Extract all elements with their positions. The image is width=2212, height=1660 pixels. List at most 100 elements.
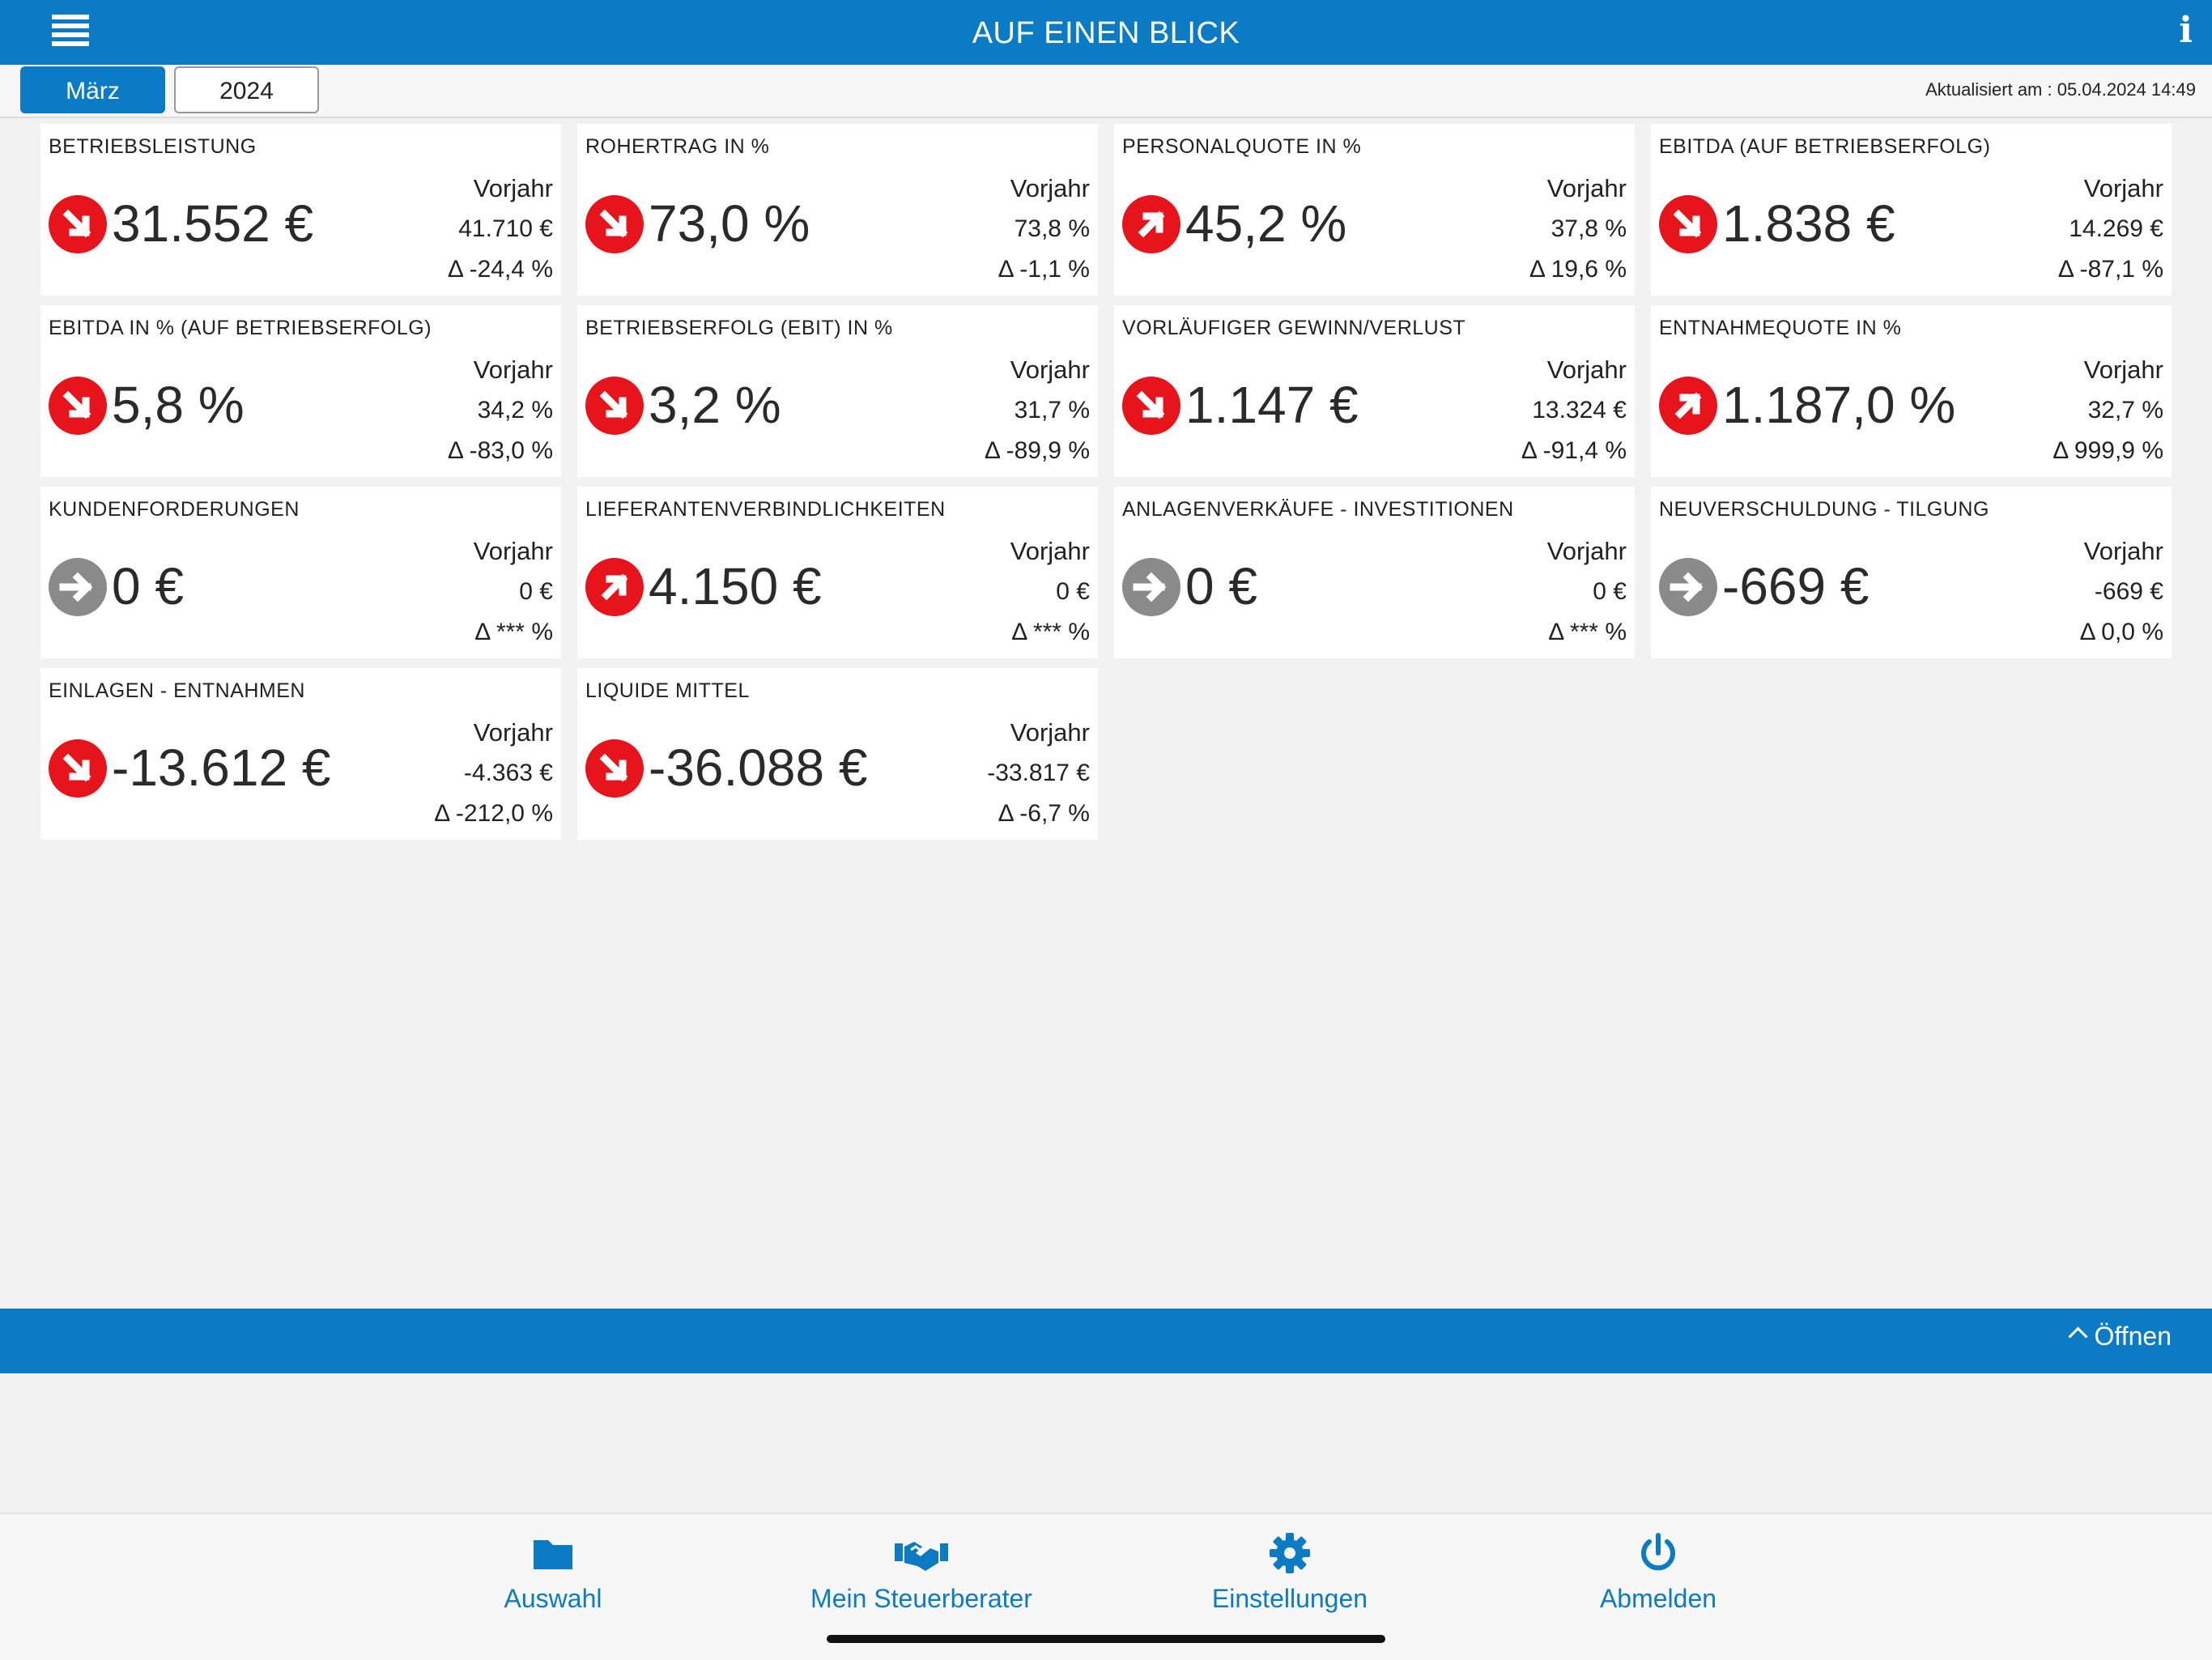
arrow-right-icon <box>1122 558 1180 616</box>
page-title: AUF EINEN BLICK <box>972 16 1240 50</box>
prev-year-value: 32,7 % <box>2087 397 2163 424</box>
kpi-label: BETRIEBSERFOLG (EBIT) IN % <box>585 317 893 339</box>
kpi-card[interactable]: ANLAGENVERKÄUFE - INVESTITIONEN 0 € Vorjah… <box>1114 487 1635 658</box>
kpi-card[interactable]: BETRIEBSLEISTUNG 31.552 € Vorjahr 41.710 € Δ… <box>40 124 561 296</box>
kpi-card[interactable]: EBITDA (AUF BETRIEBSERFOLG) 1.838 € Vorjah… <box>1651 124 2172 296</box>
last-updated: Aktualisiert am : 05.04.2024 14:49 <box>1925 79 2196 100</box>
delta-value: Δ 999,9 % <box>2052 437 2163 464</box>
tab-abmelden[interactable]: Abmelden <box>1512 1530 1804 1614</box>
tab-mein-steuerberater-label: Mein Steuerberater <box>810 1584 1032 1613</box>
prev-year-value: -4.363 € <box>463 760 553 786</box>
kpi-card[interactable]: ROHERTRAG IN % 73,0 % Vorjahr 73,8 % Δ -1,1 … <box>577 124 1098 296</box>
tab-mein-steuerberater[interactable]: Mein Steuerberater <box>776 1530 1067 1614</box>
kpi-label: BETRIEBSLEISTUNG <box>49 135 257 158</box>
info-icon[interactable]: i <box>2179 10 2193 51</box>
prev-year-label: Vorjahr <box>1010 718 1090 747</box>
tab-einstellungen-label: Einstellungen <box>1211 1584 1368 1613</box>
arrow-down-right-icon <box>1659 195 1717 253</box>
arrow-up-right-icon <box>1122 195 1180 253</box>
prev-year-value: 0 € <box>1056 578 1090 605</box>
prev-year-label: Vorjahr <box>2083 174 2163 202</box>
prev-year-value: -33.817 € <box>987 760 1090 786</box>
kpi-label: EINLAGEN - ENTNAHMEN <box>49 679 305 702</box>
prev-year-label: Vorjahr <box>1546 537 1627 565</box>
month-selector[interactable]: März <box>20 66 165 113</box>
tab-einstellungen[interactable]: Einstellungen <box>1144 1530 1436 1614</box>
tab-auswahl[interactable]: Auswahl <box>407 1530 699 1614</box>
prev-year-value: 0 € <box>519 578 553 605</box>
year-selector[interactable]: 2024 <box>174 66 319 113</box>
delta-value: Δ -212,0 % <box>434 800 553 827</box>
period-bar: März 2024 Aktualisiert am : 05.04.2024 1… <box>0 65 2212 118</box>
kpi-card[interactable]: LIEFERANTENVERBINDLICHKEITEN 4.150 € Vorja… <box>577 487 1098 658</box>
prev-year-label: Vorjahr <box>2083 355 2163 384</box>
kpi-value: 1.187,0 % <box>1722 376 1956 434</box>
arrow-down-right-icon <box>49 739 107 798</box>
kpi-value: 3,2 % <box>649 376 781 434</box>
arrow-down-right-icon <box>585 739 644 798</box>
home-indicator <box>827 1635 1385 1643</box>
prev-year-value: 0 € <box>1593 578 1627 605</box>
drawer-bar: Öffnen <box>0 1309 2212 1373</box>
kpi-value: -669 € <box>1722 557 1870 615</box>
kpi-card[interactable]: PERSONALQUOTE IN % 45,2 % Vorjahr 37,8 % Δ 1… <box>1114 124 1635 296</box>
open-drawer-button[interactable]: Öffnen <box>2067 1322 2172 1351</box>
kpi-value: 45,2 % <box>1185 194 1347 253</box>
kpi-card[interactable]: BETRIEBSERFOLG (EBIT) IN % 3,2 % Vorjahr 31… <box>577 305 1098 477</box>
handshake-icon <box>895 1542 948 1571</box>
arrow-up-right-icon <box>1659 377 1717 435</box>
delta-value: Δ *** % <box>1548 619 1627 645</box>
kpi-label: LIEFERANTENVERBINDLICHKEITEN <box>585 498 946 521</box>
arrow-right-icon <box>49 558 107 616</box>
power-icon <box>1641 1533 1675 1571</box>
prev-year-label: Vorjahr <box>1010 355 1090 384</box>
kpi-label: LIQUIDE MITTEL <box>585 679 750 702</box>
kpi-value: 31.552 € <box>112 194 314 253</box>
prev-year-value: 34,2 % <box>477 397 553 424</box>
kpi-card[interactable]: LIQUIDE MITTEL -36.088 € Vorjahr -33.817 € Δ… <box>577 668 1098 840</box>
delta-value: Δ -87,1 % <box>2057 256 2163 283</box>
kpi-value: 1.147 € <box>1185 376 1359 434</box>
kpi-card[interactable]: KUNDENFORDERUNGEN 0 € Vorjahr 0 € Δ *** % <box>40 487 561 658</box>
kpi-label: VORLÄUFIGER GEWINN/VERLUST <box>1122 317 1466 339</box>
kpi-label: ANLAGENVERKÄUFE - INVESTITIONEN <box>1122 498 1514 521</box>
kpi-label: PERSONALQUOTE IN % <box>1122 135 1362 158</box>
prev-year-value: 41.710 € <box>458 215 553 242</box>
prev-year-value: 73,8 % <box>1014 215 1090 242</box>
open-drawer-label: Öffnen <box>2094 1322 2172 1351</box>
delta-value: Δ -6,7 % <box>998 800 1090 827</box>
kpi-card[interactable]: NEUVERSCHULDUNG - TILGUNG -669 € Vorjahr -6… <box>1651 487 2172 658</box>
kpi-label: ENTNAHMEQUOTE IN % <box>1659 317 1902 339</box>
kpi-value: 0 € <box>1185 557 1257 615</box>
delta-value: Δ 19,6 % <box>1529 256 1627 283</box>
prev-year-value: 37,8 % <box>1551 215 1627 242</box>
kpi-label: ROHERTRAG IN % <box>585 135 770 158</box>
prev-year-value: -669 € <box>2094 578 2163 605</box>
prev-year-label: Vorjahr <box>1010 537 1090 565</box>
kpi-label: KUNDENFORDERUNGEN <box>49 498 300 521</box>
kpi-card[interactable]: ENTNAHMEQUOTE IN % 1.187,0 % Vorjahr 32,7 %… <box>1651 305 2172 477</box>
arrow-down-right-icon <box>585 195 644 253</box>
delta-value: Δ *** % <box>1011 619 1090 645</box>
kpi-value: 4.150 € <box>649 557 822 615</box>
delta-value: Δ -89,9 % <box>984 437 1090 464</box>
kpi-card[interactable]: EINLAGEN - ENTNAHMEN -13.612 € Vorjahr -4.3… <box>40 668 561 840</box>
kpi-label: NEUVERSCHULDUNG - TILGUNG <box>1659 498 1989 521</box>
kpi-card[interactable]: VORLÄUFIGER GEWINN/VERLUST 1.147 € Vorjahr… <box>1114 305 1635 477</box>
kpi-value: 5,8 % <box>112 376 245 434</box>
delta-value: Δ *** % <box>474 619 553 645</box>
arrow-down-right-icon <box>49 377 107 435</box>
delta-value: Δ 0,0 % <box>2079 619 2163 645</box>
top-navigation-bar: AUF EINEN BLICK i <box>0 0 2212 65</box>
prev-year-label: Vorjahr <box>2083 537 2163 565</box>
tab-auswahl-label: Auswahl <box>504 1584 602 1613</box>
chevron-up-icon <box>2067 1326 2088 1347</box>
kpi-value: 0 € <box>112 557 184 615</box>
folder-icon <box>534 1540 572 1569</box>
delta-value: Δ -83,0 % <box>447 437 553 464</box>
arrow-up-right-icon <box>585 558 644 616</box>
kpi-value: -13.612 € <box>112 738 331 797</box>
prev-year-label: Vorjahr <box>1546 355 1627 384</box>
kpi-card[interactable]: EBITDA IN % (AUF BETRIEBSERFOLG) 5,8 % Vor… <box>40 305 561 477</box>
arrow-down-right-icon <box>49 195 107 253</box>
